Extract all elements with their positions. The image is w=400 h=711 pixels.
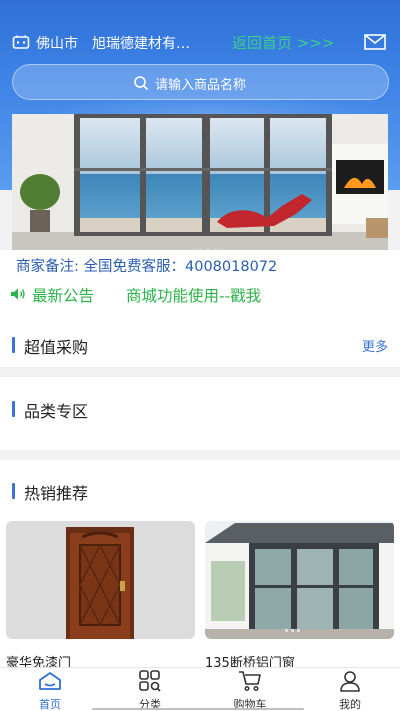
section-marker xyxy=(12,401,15,417)
shop-name: 旭瑞德建材有… xyxy=(92,36,190,52)
merchant-note: 商家备注: 全国免费客服：4008018072 xyxy=(16,259,278,275)
top-bar: 佛山市 旭瑞德建材有… 返回首页 >>> xyxy=(0,28,400,56)
category-icon xyxy=(139,670,161,692)
city-label[interactable]: 佛山市 xyxy=(36,33,78,53)
search-icon xyxy=(134,76,149,91)
tab-cart[interactable]: 购物车 xyxy=(200,668,300,711)
notice-label: 最新公告 xyxy=(32,287,95,305)
mail-icon[interactable] xyxy=(364,34,386,50)
banner-image xyxy=(12,114,388,250)
return-home-link[interactable]: 返回首页 >>> xyxy=(232,32,334,53)
more-link[interactable]: 更多 xyxy=(362,336,388,355)
tab-home[interactable]: 首页 xyxy=(0,668,100,711)
deals-section-header: 超值采购 更多 xyxy=(0,323,400,367)
user-icon xyxy=(340,671,360,692)
bottom-tab-bar: 首页 分类 购物车 我的 xyxy=(0,667,400,711)
tab-profile[interactable]: 我的 xyxy=(300,668,400,711)
tab-profile-label: 我的 xyxy=(339,698,361,711)
product-image xyxy=(205,521,394,639)
banner-carousel[interactable] xyxy=(12,114,388,250)
carousel-indicator[interactable] xyxy=(192,238,227,250)
product-card[interactable]: 豪华免漆门 xyxy=(6,521,195,671)
section-marker xyxy=(12,483,15,499)
hot-title: 热销推荐 xyxy=(24,484,89,503)
home-indicator xyxy=(92,708,304,710)
home-icon xyxy=(39,672,61,690)
categories-section: 品类专区 xyxy=(0,377,400,450)
speaker-icon xyxy=(11,288,25,300)
deals-title: 超值采购 xyxy=(24,338,89,357)
shop-icon[interactable] xyxy=(12,34,30,50)
search-bar[interactable]: 请输入商品名称 xyxy=(12,64,389,100)
tab-home-label: 首页 xyxy=(39,698,61,711)
product-card[interactable]: 135断桥铝门窗 xyxy=(205,521,394,671)
app-page: 佛山市 旭瑞德建材有… 返回首页 >>> 请输入商品名称 商家备注: 全国免费客… xyxy=(0,0,400,711)
section-marker xyxy=(12,337,15,353)
tab-category[interactable]: 分类 xyxy=(100,668,200,711)
notice-link[interactable]: 商城功能使用--戳我 xyxy=(126,284,261,306)
product-image xyxy=(6,521,195,639)
cart-icon xyxy=(239,671,261,692)
search-input[interactable]: 请输入商品名称 xyxy=(155,74,246,93)
categories-title: 品类专区 xyxy=(24,402,89,421)
